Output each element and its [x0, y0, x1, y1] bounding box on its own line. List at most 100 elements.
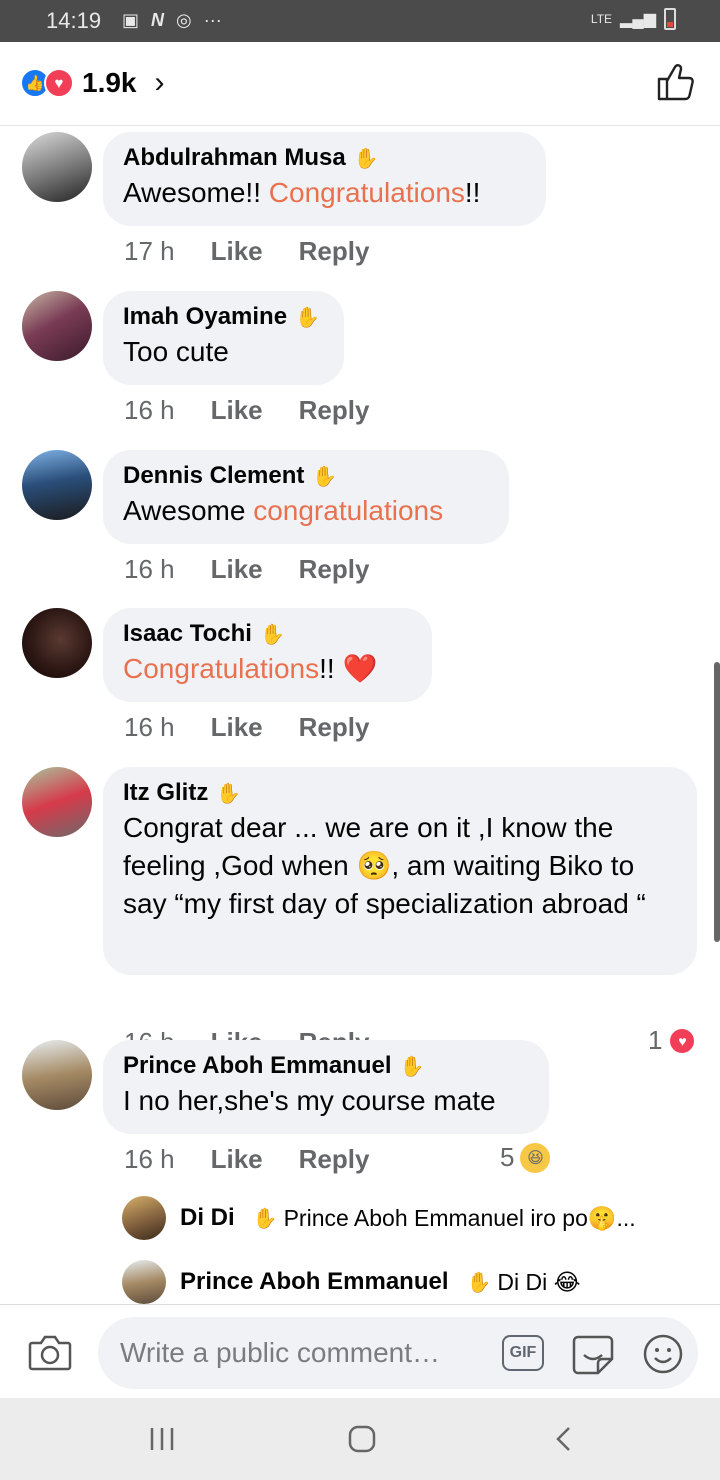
comment-bubble[interactable]: Prince Aboh Emmanuel ✋ I no her,she's my… — [103, 1040, 549, 1134]
comment-composer: GIF — [0, 1304, 720, 1398]
love-reaction-icon: ♥ — [44, 68, 74, 98]
comments-sheet: 👍 ♥ 1.9k › Abdulrahman Musa ✋ Awesome!! … — [0, 42, 720, 1398]
system-navigation-bar — [0, 1398, 720, 1480]
comment-highlight[interactable]: Congratulations — [269, 177, 465, 208]
status-bar: 14:19 ▣ N ◎ ··· LTE ▂▄▆ — [0, 0, 720, 42]
recents-icon[interactable] — [142, 1422, 182, 1456]
avatar[interactable] — [22, 608, 92, 678]
chevron-right-icon: › — [154, 66, 165, 99]
comment-time: 17 h — [124, 236, 175, 266]
comment-text: Awesome congratulations — [123, 495, 444, 526]
comment-author[interactable]: Imah Oyamine — [123, 303, 287, 331]
reply-item[interactable]: Prince Aboh Emmanuel ✋ Di Di 😂 — [122, 1260, 702, 1304]
sticker-icon[interactable] — [572, 1333, 614, 1375]
gif-button[interactable]: GIF — [502, 1335, 544, 1371]
comment-input-container: GIF — [98, 1317, 698, 1389]
comment-meta: 17 h Like Reply — [124, 236, 369, 267]
emoji-icon[interactable] — [642, 1333, 684, 1375]
avatar[interactable] — [22, 132, 92, 202]
like-button[interactable]: Like — [211, 1144, 263, 1175]
comment-bubble[interactable]: Abdulrahman Musa ✋ Awesome!! Congratulat… — [103, 132, 546, 226]
comment-author[interactable]: Itz Glitz — [123, 779, 208, 807]
reaction-count: 1 — [648, 1025, 663, 1055]
comment-bubble[interactable]: Itz Glitz ✋ Congrat dear ... we are on i… — [103, 767, 697, 975]
wave-badge-icon: ✋ — [353, 147, 379, 170]
wave-badge-icon: ✋ — [312, 465, 338, 488]
wave-badge-icon: ✋ — [399, 1055, 425, 1078]
more-notifications-icon: ··· — [203, 10, 222, 30]
pleading-face-emoji: 🥺 — [356, 850, 392, 881]
comment-reactions[interactable]: 5 😆 — [500, 1142, 551, 1173]
reply-button[interactable]: Reply — [299, 1144, 370, 1175]
haha-reaction-icon: 😆 — [520, 1142, 551, 1173]
comment-time: 16 h — [124, 395, 175, 425]
comment-bubble[interactable]: Dennis Clement ✋ Awesome congratulations — [103, 450, 509, 544]
reply-text: Di Di 😂 — [497, 1268, 581, 1295]
comment-author[interactable]: Abdulrahman Musa — [123, 144, 346, 172]
comment-input[interactable] — [120, 1333, 470, 1373]
netflix-icon: N — [151, 10, 165, 30]
scrollbar[interactable] — [714, 662, 720, 942]
wave-badge-icon: ✋ — [216, 782, 242, 805]
status-time: 14:19 — [46, 8, 102, 33]
like-button[interactable]: Like — [211, 236, 263, 267]
avatar[interactable] — [22, 291, 92, 361]
like-button[interactable]: Like — [211, 554, 263, 585]
wave-badge-icon: ✋ — [259, 623, 285, 646]
comment-time: 16 h — [124, 554, 175, 584]
reactions-summary[interactable]: 👍 ♥ 1.9k › — [20, 66, 165, 100]
heart-emoji: ❤️ — [342, 653, 378, 684]
avatar[interactable] — [22, 767, 92, 837]
comment-author[interactable]: Prince Aboh Emmanuel — [123, 1052, 392, 1080]
comment-highlight[interactable]: congratulations — [253, 495, 443, 526]
love-reaction-icon: ♥ — [668, 1026, 697, 1055]
comment-text: Too cute — [123, 336, 229, 367]
comment-author[interactable]: Dennis Clement — [123, 462, 304, 490]
comment-highlight[interactable]: Congratulations — [123, 653, 319, 684]
comment-text: Congratulations!! ❤️ — [123, 653, 378, 684]
comment-text: Awesome!! Congratulations!! — [123, 177, 481, 208]
reactions-bar: 👍 ♥ 1.9k › — [0, 42, 720, 126]
reply-item[interactable]: Di Di ✋ Prince Aboh Emmanuel iro po🤫... — [122, 1196, 702, 1240]
reply-button[interactable]: Reply — [299, 554, 370, 585]
comment-time: 16 h — [124, 712, 175, 742]
comment-meta: 16 h Like Reply — [124, 1144, 369, 1175]
comment-meta: 16 h Like Reply — [124, 712, 369, 743]
avatar[interactable] — [122, 1260, 166, 1304]
reaction-count: 5 — [500, 1142, 515, 1172]
comment-author[interactable]: Isaac Tochi — [123, 620, 252, 648]
reply-button[interactable]: Reply — [299, 395, 370, 426]
reply-button[interactable]: Reply — [299, 712, 370, 743]
reply-author[interactable]: Di Di — [180, 1204, 235, 1232]
like-button[interactable]: Like — [211, 395, 263, 426]
comment-meta: 16 h Like Reply — [124, 395, 369, 426]
wave-badge-icon: ✋ — [295, 306, 320, 329]
avatar[interactable] — [22, 1040, 92, 1110]
instagram-icon: ◎ — [176, 10, 192, 30]
avatar[interactable] — [122, 1196, 166, 1240]
comment-bubble[interactable]: Isaac Tochi ✋ Congratulations!! ❤️ — [103, 608, 432, 702]
reply-text: Prince Aboh Emmanuel iro po🤫... — [283, 1204, 636, 1231]
battery-icon — [664, 8, 676, 30]
thumbs-up-icon[interactable] — [656, 62, 694, 102]
signal-icon: ▂▄▆ — [620, 11, 656, 28]
like-button[interactable]: Like — [211, 712, 263, 743]
comment-reactions[interactable]: 1 ♥ — [648, 1025, 697, 1056]
home-icon[interactable] — [342, 1422, 382, 1456]
reply-author[interactable]: Prince Aboh Emmanuel — [180, 1268, 449, 1296]
wave-badge-icon: ✋ — [252, 1207, 278, 1230]
system-icons: LTE ▂▄▆ — [591, 8, 676, 30]
avatar[interactable] — [22, 450, 92, 520]
network-label: LTE — [590, 12, 613, 26]
comment-bubble[interactable]: Imah Oyamine ✋ Too cute — [103, 291, 344, 385]
image-icon: ▣ — [122, 10, 140, 30]
wave-badge-icon: ✋ — [466, 1271, 492, 1294]
camera-icon[interactable] — [28, 1333, 72, 1371]
comment-text: I no her,she's my course mate — [123, 1085, 496, 1116]
comment-time: 16 h — [124, 1144, 175, 1174]
notification-icons: ▣ N ◎ ··· — [122, 10, 222, 31]
reply-button[interactable]: Reply — [299, 236, 370, 267]
comment-text: Congrat dear ... we are on it ,I know th… — [123, 812, 646, 919]
back-icon[interactable] — [544, 1422, 584, 1456]
reaction-count: 1.9k — [82, 67, 137, 98]
